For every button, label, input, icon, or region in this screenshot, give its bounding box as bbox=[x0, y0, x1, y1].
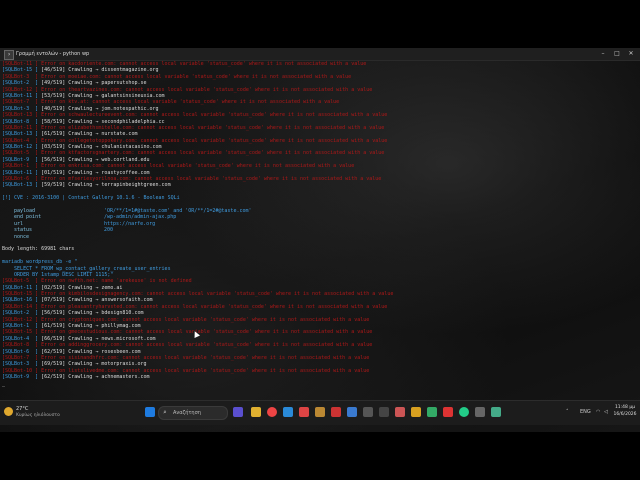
bot-tag: [SQLBot-2 ] bbox=[2, 310, 39, 317]
wifi-icon[interactable]: ◠ bbox=[596, 408, 600, 416]
desktop-screen: › Γραμμή εντολών - python wp – □ ✕ [SQLB… bbox=[0, 48, 640, 432]
app-icon-9[interactable] bbox=[459, 407, 469, 417]
store-icon[interactable] bbox=[283, 407, 293, 417]
bot-tag: [SQLBot-15 ] bbox=[2, 67, 39, 74]
bot-tag: [SQLBot-11 ] bbox=[2, 169, 39, 176]
prompt-cursor: _ bbox=[2, 380, 6, 387]
app-icon-11[interactable] bbox=[491, 407, 501, 417]
bot-tag: [SQLBot-4 ] bbox=[2, 335, 39, 342]
search-icon: ⌕ bbox=[163, 409, 167, 416]
crawl-text: [53/519] Crawling → galantsinsineuxia.co… bbox=[38, 92, 165, 99]
app-icon-1[interactable] bbox=[299, 407, 309, 417]
crawl-text: [56/519] Crawling → web.cortland.edu bbox=[38, 156, 150, 163]
log-block-top: [SQLBot-11 ] Error on kacdoriente.com: c… bbox=[2, 61, 638, 189]
terminal-app-icon: › bbox=[4, 50, 14, 60]
crawl-text: [03/519] Crawling → chulanistacasino.com bbox=[38, 144, 162, 151]
bot-tag: [SQLBot-11 ] bbox=[2, 92, 39, 99]
app-icon-10[interactable] bbox=[475, 407, 485, 417]
bot-tag: [SQLBot-1 ] bbox=[2, 323, 39, 330]
crawl-text: [58/519] Crawling → secondphiladelphia.c… bbox=[38, 118, 165, 125]
close-button[interactable]: ✕ bbox=[624, 48, 638, 60]
window-titlebar[interactable]: › Γραμμή εντολών - python wp – □ ✕ bbox=[0, 48, 640, 61]
app-icon-5[interactable] bbox=[395, 407, 405, 417]
clock-time: 11:48 μμ bbox=[614, 405, 636, 410]
crawl-text: [46/519] Crawling → dissentmagazine.org bbox=[38, 67, 159, 74]
app-icon-6[interactable] bbox=[411, 407, 421, 417]
crawl-text: [40/519] Crawling → jom.notespathic.org bbox=[38, 105, 159, 112]
bot-tag: [SQLBot-9 ] bbox=[2, 374, 39, 381]
chrome-icon[interactable] bbox=[267, 407, 277, 417]
maximize-button[interactable]: □ bbox=[610, 48, 624, 60]
crawl-text: [49/519] Crawling → papersutshop.se bbox=[38, 80, 147, 87]
taskbar-search[interactable]: ⌕ Αναζήτηση bbox=[158, 406, 228, 420]
detail-value: /wp-admin/admin-ajax.php bbox=[104, 214, 177, 221]
detail-value: 'OR/**/1=1#@taste.com' and 'OR/**/1=2#@t… bbox=[104, 207, 252, 214]
crawl-text: [62/519] Crawling → rosesbeen.com bbox=[38, 348, 141, 355]
vscode-icon[interactable] bbox=[347, 407, 357, 417]
bot-tag: [SQLBot-6 ] bbox=[2, 348, 39, 355]
detail-label: nonce bbox=[14, 233, 30, 240]
bot-tag: [SQLBot-11 ] bbox=[2, 284, 39, 291]
file-explorer-icon[interactable] bbox=[251, 407, 261, 417]
search-placeholder: Αναζήτηση bbox=[173, 410, 201, 416]
crawl-text: [61/519] Crawling → phillymag.com bbox=[38, 323, 141, 330]
crawl-text: [01/519] Crawling → roastycoffee.com bbox=[38, 169, 150, 176]
bot-tag: [SQLBot-16 ] bbox=[2, 297, 39, 304]
bot-tag: [SQLBot-2 ] bbox=[2, 80, 39, 87]
taskbar: 27°C Κυρίως ηλιόλουστο ⌕ Αναζήτηση ˄ ENG… bbox=[0, 400, 640, 425]
terminal-icon[interactable] bbox=[363, 407, 373, 417]
crawl-text: [56/519] Crawling → bdesign810.com bbox=[38, 310, 144, 317]
weather-widget[interactable]: 27°C Κυρίως ηλιόλουστο bbox=[4, 405, 60, 421]
bot-tag: [SQLBot-3 ] bbox=[2, 105, 39, 112]
bot-tag: [SQLBot-12 ] bbox=[2, 144, 39, 151]
crawl-text: [66/519] Crawling → news.microsoft.com bbox=[38, 335, 156, 342]
app-icon-4[interactable] bbox=[379, 407, 389, 417]
bot-tag: [SQLBot-13 ] bbox=[2, 131, 39, 138]
weather-temp: 27°C bbox=[16, 406, 29, 412]
clock[interactable]: 11:48 μμ 16/6/2026 bbox=[612, 404, 638, 418]
crawl-text: [07/519] Crawling → answersofaith.com bbox=[38, 297, 153, 304]
sun-icon bbox=[4, 407, 13, 416]
crawl-text: [02/519] Crawling → zemo.ai bbox=[38, 284, 123, 291]
bot-tag: [SQLBot-8 ] bbox=[2, 118, 39, 125]
app-icon-2[interactable] bbox=[315, 407, 325, 417]
tray-chevron-icon[interactable]: ˄ bbox=[566, 408, 569, 416]
app-icon-3[interactable] bbox=[331, 407, 341, 417]
bot-tag: [SQLBot-13 ] bbox=[2, 182, 39, 189]
vuln-details: payload 'OR/**/1=1#@taste.com' and 'OR/**… bbox=[2, 208, 638, 240]
minimize-button[interactable]: – bbox=[596, 48, 610, 60]
clock-date: 16/6/2026 bbox=[613, 412, 637, 417]
app-icon-8[interactable] bbox=[443, 407, 453, 417]
log-block-bottom: [SQLBot-5 ] Error on nwfth.net: name 'ar… bbox=[2, 278, 638, 380]
crawl-text: [62/519] Crawling → achnemasters.com bbox=[38, 374, 150, 381]
language-indicator[interactable]: ENG bbox=[580, 408, 591, 416]
bot-tag: [SQLBot-9 ] bbox=[2, 156, 39, 163]
window-title: Γραμμή εντολών - python wp bbox=[16, 51, 90, 57]
crawl-text: [61/519] Crawling → nurstate.com bbox=[38, 131, 138, 138]
crawl-text: [69/519] Crawling → motorpraxis.org bbox=[38, 361, 147, 368]
terminal-output[interactable]: [SQLBot-11 ] Error on kacdoriente.com: c… bbox=[2, 61, 638, 401]
crawl-text: [59/519] Crawling → terrapinbeightgreen.… bbox=[38, 182, 171, 189]
app-icon-7[interactable] bbox=[427, 407, 437, 417]
task-view-icon[interactable] bbox=[233, 407, 243, 417]
detail-value: https://narfe.org bbox=[104, 220, 156, 227]
bot-tag: [SQLBot-3 ] bbox=[2, 361, 39, 368]
weather-desc: Κυρίως ηλιόλουστο bbox=[16, 413, 60, 418]
detail-value: 200 bbox=[104, 227, 114, 234]
start-icon[interactable] bbox=[145, 407, 155, 417]
volume-icon[interactable]: ◁ bbox=[604, 408, 608, 416]
